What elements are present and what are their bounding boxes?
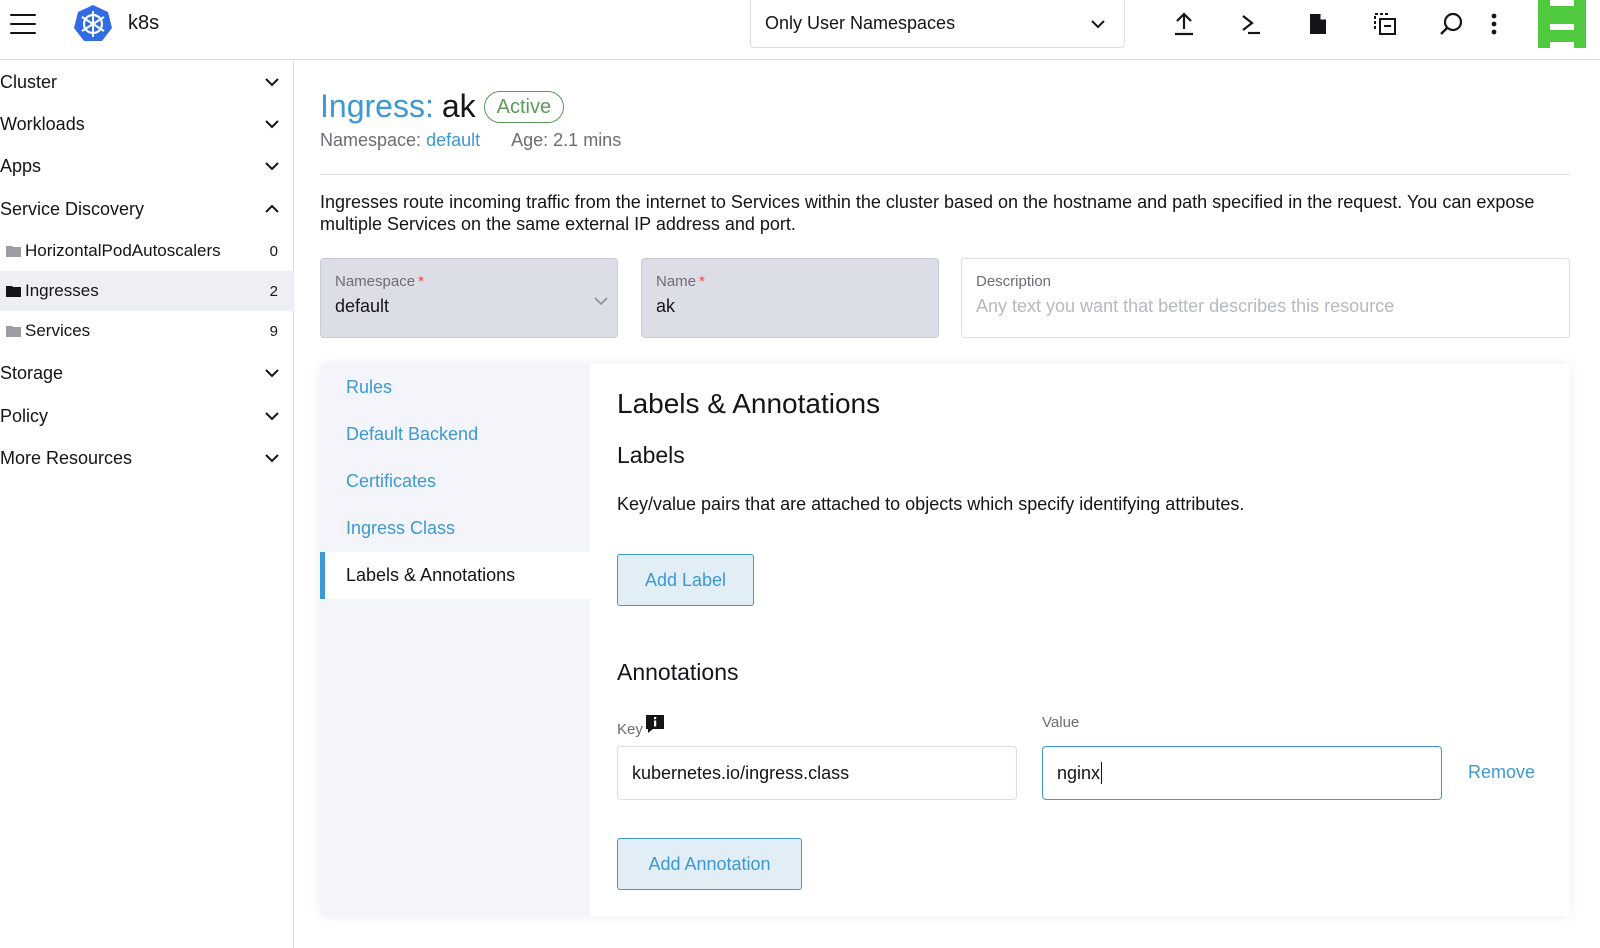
sidebar-group-label: Apps [0,155,42,176]
sidebar-group-label: Cluster [0,71,58,92]
namespace-filter-value: Only User Namespaces [765,13,956,33]
tab-certificates[interactable]: Certificates [320,458,590,505]
labels-annotations-panel: Labels & Annotations Labels Key/value pa… [590,364,1570,916]
terminal-icon[interactable] [1235,8,1267,40]
file-icon[interactable] [1302,8,1334,40]
add-label-button[interactable]: Add Label [617,554,754,606]
chevron-down-icon [265,162,279,171]
namespace-field[interactable]: Namespace * default [320,258,618,338]
text-cursor [1101,762,1103,784]
tabbed-card: Rules Default Backend Certificates Ingre… [320,364,1570,916]
sidebar-item-services[interactable]: Services 9 [0,311,294,351]
namespace-field-label: Namespace * [335,273,603,290]
description-field-label: Description [976,273,1052,290]
top-header: k8s Only User Namespaces [0,0,1600,60]
side-tabs: Rules Default Backend Certificates Ingre… [320,364,590,916]
required-marker: * [699,273,705,290]
annotation-value-input[interactable]: nginx [1042,746,1442,800]
user-avatar[interactable] [1538,0,1586,48]
tab-ingress-class[interactable]: Ingress Class [320,505,590,552]
sidebar-group-more-resources[interactable]: More Resources [0,438,294,478]
required-marker: * [418,273,424,290]
folder-icon [6,246,21,257]
age-text: Age: 2.1 mins [511,130,622,150]
status-badge: Active [483,90,565,123]
copy-config-icon[interactable] [1369,8,1401,40]
sidebar-group-cluster[interactable]: Cluster [0,62,294,102]
namespace-link[interactable]: default [426,130,480,150]
sidebar-group-storage[interactable]: Storage [0,353,294,393]
page-title: Ingress: ak Active [320,88,565,125]
cluster-name[interactable]: k8s [128,12,159,35]
sidebar-group-service-discovery[interactable]: Service Discovery [0,189,294,229]
divider [320,174,1570,175]
sidebar-group-label: Policy [0,405,49,426]
upload-icon[interactable] [1168,8,1200,40]
description-placeholder: Any text you want that better describes … [976,296,1395,316]
chevron-down-icon [265,412,279,421]
labels-help-text: Key/value pairs that are attached to obj… [617,494,1245,514]
chevron-down-icon [1091,20,1105,29]
tab-labels-annotations[interactable]: Labels & Annotations [320,552,590,599]
folder-icon [6,286,21,297]
chevron-down-icon [265,78,279,87]
annotation-value-text: nginx [1057,762,1101,783]
name-field-value: ak [656,296,676,316]
sidebar-item-label: Services [25,321,91,340]
folder-icon [6,326,21,337]
resource-meta: Namespace: default Age: 2.1 mins [320,130,621,151]
remove-annotation-button[interactable]: Remove [1468,762,1535,783]
annotation-key-input[interactable]: kubernetes.io/ingress.class [617,746,1017,800]
resource-description: Ingresses route incoming traffic from th… [320,192,1535,234]
sidebar-group-policy[interactable]: Policy [0,396,294,436]
sidebar-group-workloads[interactable]: Workloads [0,104,294,144]
sidebar-item-label: Ingresses [25,281,99,300]
main-content: Ingress: ak Active Namespace: default Ag… [294,60,1600,948]
sidebar-item-count: 0 [269,242,278,260]
key-column-label: Key [617,714,665,738]
namespace-filter-select[interactable]: Only User Namespaces [750,0,1125,48]
name-field[interactable]: Name * ak [641,258,939,338]
resource-name: ak [441,88,476,124]
info-icon[interactable] [645,714,665,734]
kubernetes-logo-icon[interactable] [72,3,114,45]
resource-type-link[interactable]: Ingress: [320,88,434,125]
labels-heading: Labels [617,442,685,468]
description-field[interactable]: Description Any text you want that bette… [961,258,1570,338]
sidebar-group-label: Workloads [0,113,85,134]
sidebar-item-count: 9 [269,322,278,340]
annotation-key-value: kubernetes.io/ingress.class [632,762,850,783]
more-vertical-icon[interactable] [1478,8,1510,40]
chevron-up-icon [265,204,279,213]
sidebar-item-count: 2 [269,282,278,300]
sidebar-item-ingresses[interactable]: Ingresses 2 [0,271,294,311]
namespace-field-value: default [335,296,390,316]
sidebar-group-apps[interactable]: Apps [0,146,294,186]
menu-icon[interactable] [8,12,38,36]
sidebar-nav: Cluster Workloads Apps Service Discovery… [0,60,294,948]
sidebar-group-label: Storage [0,362,64,383]
name-field-label: Name * [656,273,924,290]
panel-title: Labels & Annotations [617,388,881,419]
chevron-down-icon [265,369,279,378]
tab-rules[interactable]: Rules [320,364,590,411]
sidebar-item-label: HorizontalPodAutoscalers [25,241,221,260]
sidebar-group-label: More Resources [0,447,133,468]
annotations-heading: Annotations [617,659,739,685]
chevron-down-icon [594,297,608,306]
namespace-label-text: Namespace [335,273,416,290]
chevron-down-icon [265,120,279,129]
namespace-meta-label: Namespace: [320,130,422,150]
chevron-down-icon [265,454,279,463]
tab-default-backend[interactable]: Default Backend [320,411,590,458]
name-label-text: Name [656,273,697,290]
value-column-label: Value [1042,714,1080,731]
search-icon[interactable] [1435,8,1467,40]
add-annotation-button[interactable]: Add Annotation [617,838,802,890]
sidebar-item-horizontalpodautoscalers[interactable]: HorizontalPodAutoscalers 0 [0,231,294,271]
key-label-text: Key [617,721,643,738]
sidebar-group-label: Service Discovery [0,198,145,219]
